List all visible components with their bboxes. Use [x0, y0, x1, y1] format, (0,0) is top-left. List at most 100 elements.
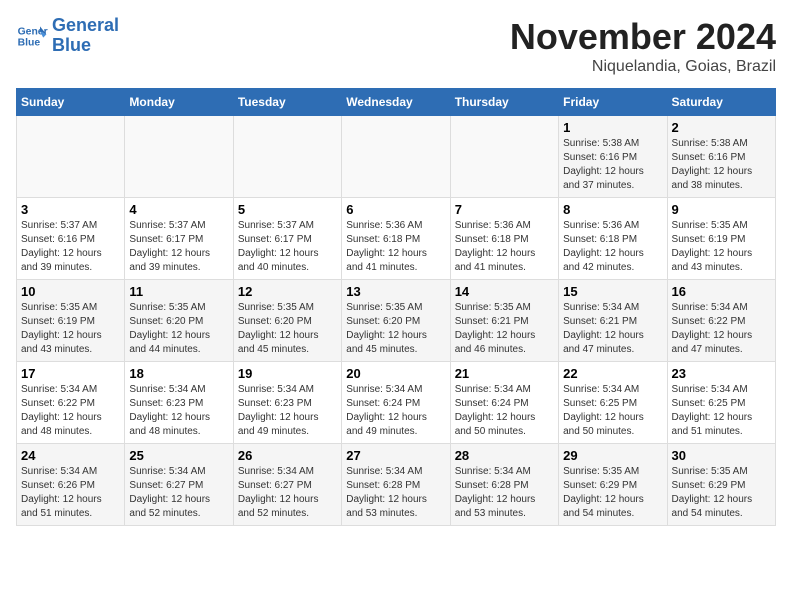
calendar-week-row: 1 Sunrise: 5:38 AM Sunset: 6:16 PM Daylig… — [17, 116, 776, 198]
weekday-header-row: SundayMondayTuesdayWednesdayThursdayFrid… — [17, 89, 776, 116]
day-info: Sunrise: 5:34 AM Sunset: 6:23 PM Dayligh… — [238, 383, 337, 439]
day-info: Sunrise: 5:35 AM Sunset: 6:19 PM Dayligh… — [672, 219, 771, 275]
day-info: Sunrise: 5:35 AM Sunset: 6:29 PM Dayligh… — [672, 465, 771, 521]
calendar-cell: 5 Sunrise: 5:37 AM Sunset: 6:17 PM Daylig… — [233, 198, 341, 280]
weekday-header-saturday: Saturday — [667, 89, 775, 116]
day-info: Sunrise: 5:34 AM Sunset: 6:21 PM Dayligh… — [563, 301, 662, 357]
calendar-table: SundayMondayTuesdayWednesdayThursdayFrid… — [16, 88, 776, 526]
day-number: 24 — [21, 448, 120, 463]
day-info: Sunrise: 5:36 AM Sunset: 6:18 PM Dayligh… — [346, 219, 445, 275]
day-number: 30 — [672, 448, 771, 463]
day-number: 8 — [563, 202, 662, 217]
calendar-cell: 16 Sunrise: 5:34 AM Sunset: 6:22 PM Dayli… — [667, 280, 775, 362]
day-number: 22 — [563, 366, 662, 381]
day-number: 1 — [563, 120, 662, 135]
weekday-header-friday: Friday — [559, 89, 667, 116]
day-number: 29 — [563, 448, 662, 463]
calendar-cell: 10Sunrise: 5:35 AM Sunset: 6:19 PM Dayli… — [17, 280, 125, 362]
day-info: Sunrise: 5:35 AM Sunset: 6:20 PM Dayligh… — [346, 301, 445, 357]
day-info: Sunrise: 5:35 AM Sunset: 6:20 PM Dayligh… — [129, 301, 228, 357]
day-number: 25 — [129, 448, 228, 463]
day-number: 15 — [563, 284, 662, 299]
calendar-cell: 27 Sunrise: 5:34 AM Sunset: 6:28 PM Dayli… — [342, 444, 450, 526]
day-number: 17 — [21, 366, 120, 381]
day-info: Sunrise: 5:34 AM Sunset: 6:24 PM Dayligh… — [455, 383, 554, 439]
calendar-cell: 30 Sunrise: 5:35 AM Sunset: 6:29 PM Dayli… — [667, 444, 775, 526]
calendar-cell: 11 Sunrise: 5:35 AM Sunset: 6:20 PM Dayli… — [125, 280, 233, 362]
day-number: 23 — [672, 366, 771, 381]
day-number: 21 — [455, 366, 554, 381]
calendar-cell — [233, 116, 341, 198]
calendar-cell: 4 Sunrise: 5:37 AM Sunset: 6:17 PM Daylig… — [125, 198, 233, 280]
calendar-cell: 18Sunrise: 5:34 AM Sunset: 6:23 PM Dayli… — [125, 362, 233, 444]
calendar-cell: 29Sunrise: 5:35 AM Sunset: 6:29 PM Dayli… — [559, 444, 667, 526]
day-info: Sunrise: 5:34 AM Sunset: 6:27 PM Dayligh… — [238, 465, 337, 521]
day-info: Sunrise: 5:34 AM Sunset: 6:26 PM Dayligh… — [21, 465, 120, 521]
calendar-week-row: 10Sunrise: 5:35 AM Sunset: 6:19 PM Dayli… — [17, 280, 776, 362]
day-number: 5 — [238, 202, 337, 217]
day-number: 7 — [455, 202, 554, 217]
calendar-cell: 1 Sunrise: 5:38 AM Sunset: 6:16 PM Daylig… — [559, 116, 667, 198]
day-number: 4 — [129, 202, 228, 217]
calendar-cell: 14Sunrise: 5:35 AM Sunset: 6:21 PM Dayli… — [450, 280, 558, 362]
day-info: Sunrise: 5:34 AM Sunset: 6:22 PM Dayligh… — [672, 301, 771, 357]
weekday-header-wednesday: Wednesday — [342, 89, 450, 116]
logo: General Blue General Blue — [16, 16, 119, 56]
calendar-cell: 13 Sunrise: 5:35 AM Sunset: 6:20 PM Dayli… — [342, 280, 450, 362]
day-info: Sunrise: 5:36 AM Sunset: 6:18 PM Dayligh… — [455, 219, 554, 275]
page-header: General Blue General Blue November 2024 … — [16, 16, 776, 76]
day-info: Sunrise: 5:34 AM Sunset: 6:27 PM Dayligh… — [129, 465, 228, 521]
day-number: 28 — [455, 448, 554, 463]
calendar-week-row: 3 Sunrise: 5:37 AM Sunset: 6:16 PM Daylig… — [17, 198, 776, 280]
calendar-week-row: 24 Sunrise: 5:34 AM Sunset: 6:26 PM Dayli… — [17, 444, 776, 526]
weekday-header-monday: Monday — [125, 89, 233, 116]
day-info: Sunrise: 5:38 AM Sunset: 6:16 PM Dayligh… — [563, 137, 662, 193]
calendar-cell — [450, 116, 558, 198]
day-number: 19 — [238, 366, 337, 381]
location-subtitle: Niquelandia, Goias, Brazil — [510, 58, 776, 76]
day-info: Sunrise: 5:36 AM Sunset: 6:18 PM Dayligh… — [563, 219, 662, 275]
calendar-cell: 2Sunrise: 5:38 AM Sunset: 6:16 PM Daylig… — [667, 116, 775, 198]
calendar-cell: 17Sunrise: 5:34 AM Sunset: 6:22 PM Dayli… — [17, 362, 125, 444]
calendar-cell: 15 Sunrise: 5:34 AM Sunset: 6:21 PM Dayli… — [559, 280, 667, 362]
calendar-cell: 28 Sunrise: 5:34 AM Sunset: 6:28 PM Dayli… — [450, 444, 558, 526]
logo-icon: General Blue — [16, 20, 48, 52]
day-number: 16 — [672, 284, 771, 299]
svg-text:Blue: Blue — [18, 37, 41, 48]
calendar-cell: 8 Sunrise: 5:36 AM Sunset: 6:18 PM Daylig… — [559, 198, 667, 280]
day-info: Sunrise: 5:34 AM Sunset: 6:28 PM Dayligh… — [346, 465, 445, 521]
day-number: 18 — [129, 366, 228, 381]
day-number: 11 — [129, 284, 228, 299]
month-title: November 2024 — [510, 16, 776, 58]
day-info: Sunrise: 5:34 AM Sunset: 6:28 PM Dayligh… — [455, 465, 554, 521]
day-number: 26 — [238, 448, 337, 463]
day-number: 9 — [672, 202, 771, 217]
calendar-cell: 12Sunrise: 5:35 AM Sunset: 6:20 PM Dayli… — [233, 280, 341, 362]
title-area: November 2024 Niquelandia, Goias, Brazil — [510, 16, 776, 76]
day-number: 13 — [346, 284, 445, 299]
day-number: 27 — [346, 448, 445, 463]
calendar-cell: 21 Sunrise: 5:34 AM Sunset: 6:24 PM Dayli… — [450, 362, 558, 444]
calendar-cell: 6Sunrise: 5:36 AM Sunset: 6:18 PM Daylig… — [342, 198, 450, 280]
calendar-cell: 22 Sunrise: 5:34 AM Sunset: 6:25 PM Dayli… — [559, 362, 667, 444]
day-number: 20 — [346, 366, 445, 381]
calendar-cell — [125, 116, 233, 198]
calendar-cell: 26 Sunrise: 5:34 AM Sunset: 6:27 PM Dayli… — [233, 444, 341, 526]
day-info: Sunrise: 5:37 AM Sunset: 6:17 PM Dayligh… — [238, 219, 337, 275]
day-info: Sunrise: 5:35 AM Sunset: 6:19 PM Dayligh… — [21, 301, 120, 357]
day-info: Sunrise: 5:34 AM Sunset: 6:25 PM Dayligh… — [672, 383, 771, 439]
logo-text-line1: General — [52, 16, 119, 36]
calendar-cell: 7 Sunrise: 5:36 AM Sunset: 6:18 PM Daylig… — [450, 198, 558, 280]
day-info: Sunrise: 5:34 AM Sunset: 6:24 PM Dayligh… — [346, 383, 445, 439]
calendar-cell: 9 Sunrise: 5:35 AM Sunset: 6:19 PM Daylig… — [667, 198, 775, 280]
day-info: Sunrise: 5:34 AM Sunset: 6:25 PM Dayligh… — [563, 383, 662, 439]
calendar-cell — [342, 116, 450, 198]
calendar-cell: 3 Sunrise: 5:37 AM Sunset: 6:16 PM Daylig… — [17, 198, 125, 280]
calendar-cell — [17, 116, 125, 198]
day-info: Sunrise: 5:37 AM Sunset: 6:16 PM Dayligh… — [21, 219, 120, 275]
day-number: 2 — [672, 120, 771, 135]
logo-text-line2: Blue — [52, 36, 119, 56]
day-number: 3 — [21, 202, 120, 217]
day-info: Sunrise: 5:37 AM Sunset: 6:17 PM Dayligh… — [129, 219, 228, 275]
calendar-cell: 23 Sunrise: 5:34 AM Sunset: 6:25 PM Dayli… — [667, 362, 775, 444]
